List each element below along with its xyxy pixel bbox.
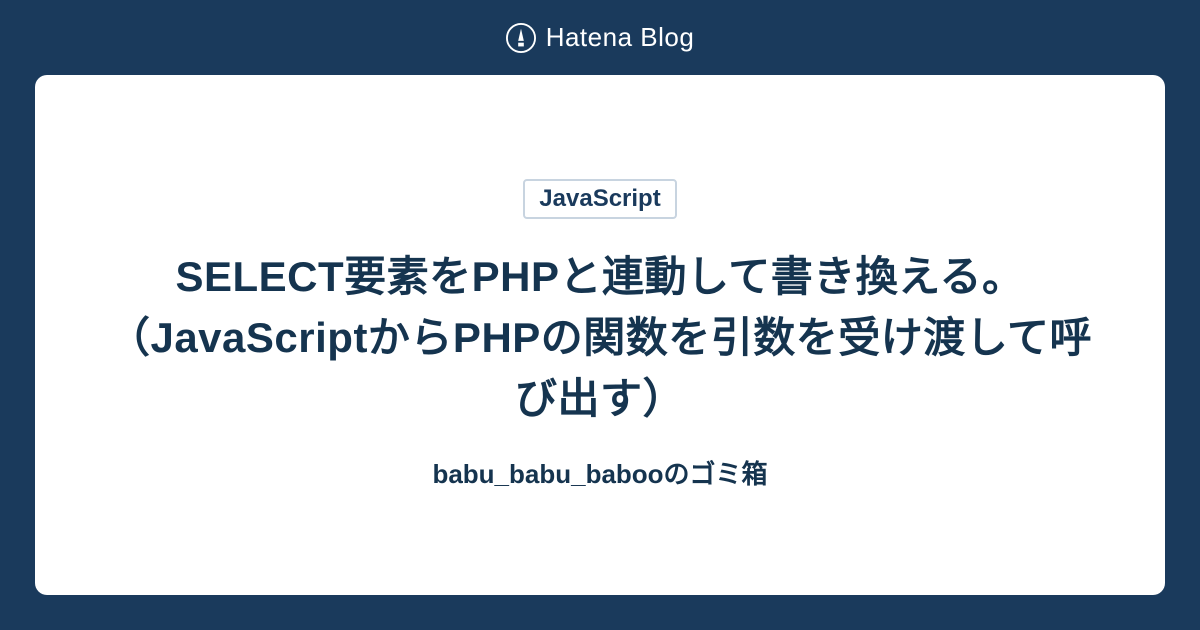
header: Hatena Blog (0, 0, 1200, 75)
hatena-logo-icon (506, 23, 536, 53)
logo-text: Hatena Blog (546, 22, 695, 53)
category-tag[interactable]: JavaScript (523, 179, 676, 219)
blog-name[interactable]: babu_babu_babooのゴミ箱 (432, 454, 767, 491)
article-card: JavaScript SELECT要素をPHPと連動して書き換える。（JavaS… (35, 75, 1165, 595)
article-title: SELECT要素をPHPと連動して書き換える。（JavaScriptからPHPの… (95, 247, 1105, 430)
